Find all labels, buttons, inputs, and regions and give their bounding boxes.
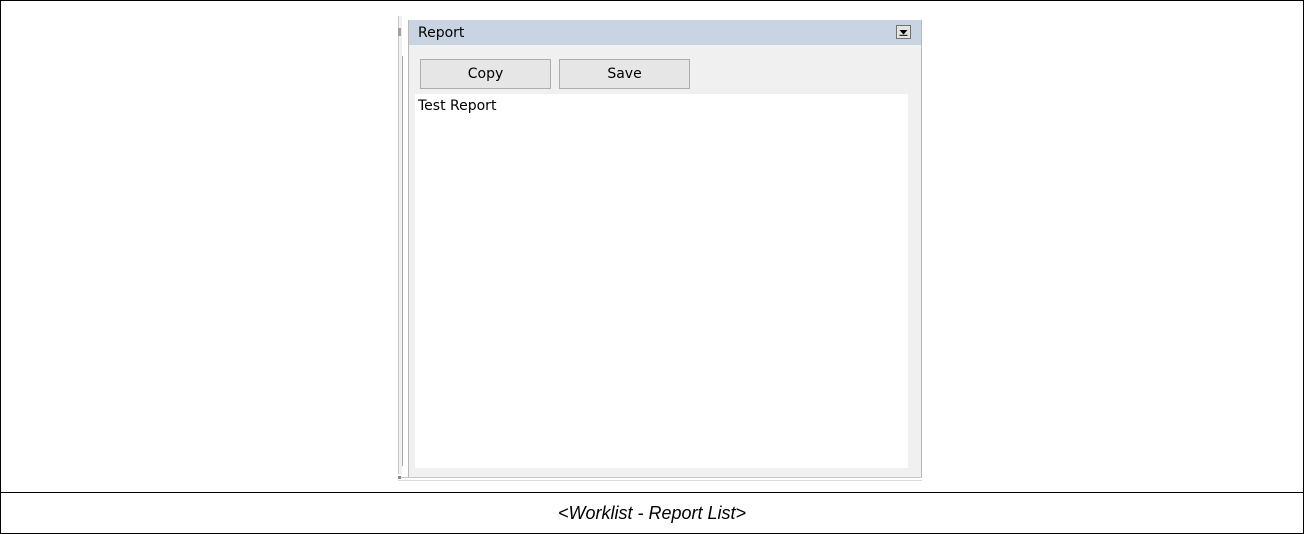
figure-caption: <Worklist - Report List>	[557, 502, 747, 523]
panel-divider	[402, 56, 403, 466]
splitter-corner-grip	[398, 476, 401, 479]
splitter-grip	[398, 28, 401, 36]
copy-button[interactable]: Copy	[420, 59, 551, 89]
panel-title: Report	[418, 24, 465, 41]
panel-bottom-border-inner	[398, 480, 922, 481]
report-text-area[interactable]: Test Report	[415, 94, 908, 468]
chevron-down-icon	[899, 29, 908, 36]
panel-dropdown-button[interactable]	[896, 25, 911, 39]
report-panel: Report Copy Save Test Report	[408, 20, 922, 478]
panel-bottom-border	[398, 477, 922, 478]
report-content: Test Report	[418, 98, 497, 114]
save-button[interactable]: Save	[559, 59, 690, 89]
report-panel-header: Report	[409, 20, 921, 45]
